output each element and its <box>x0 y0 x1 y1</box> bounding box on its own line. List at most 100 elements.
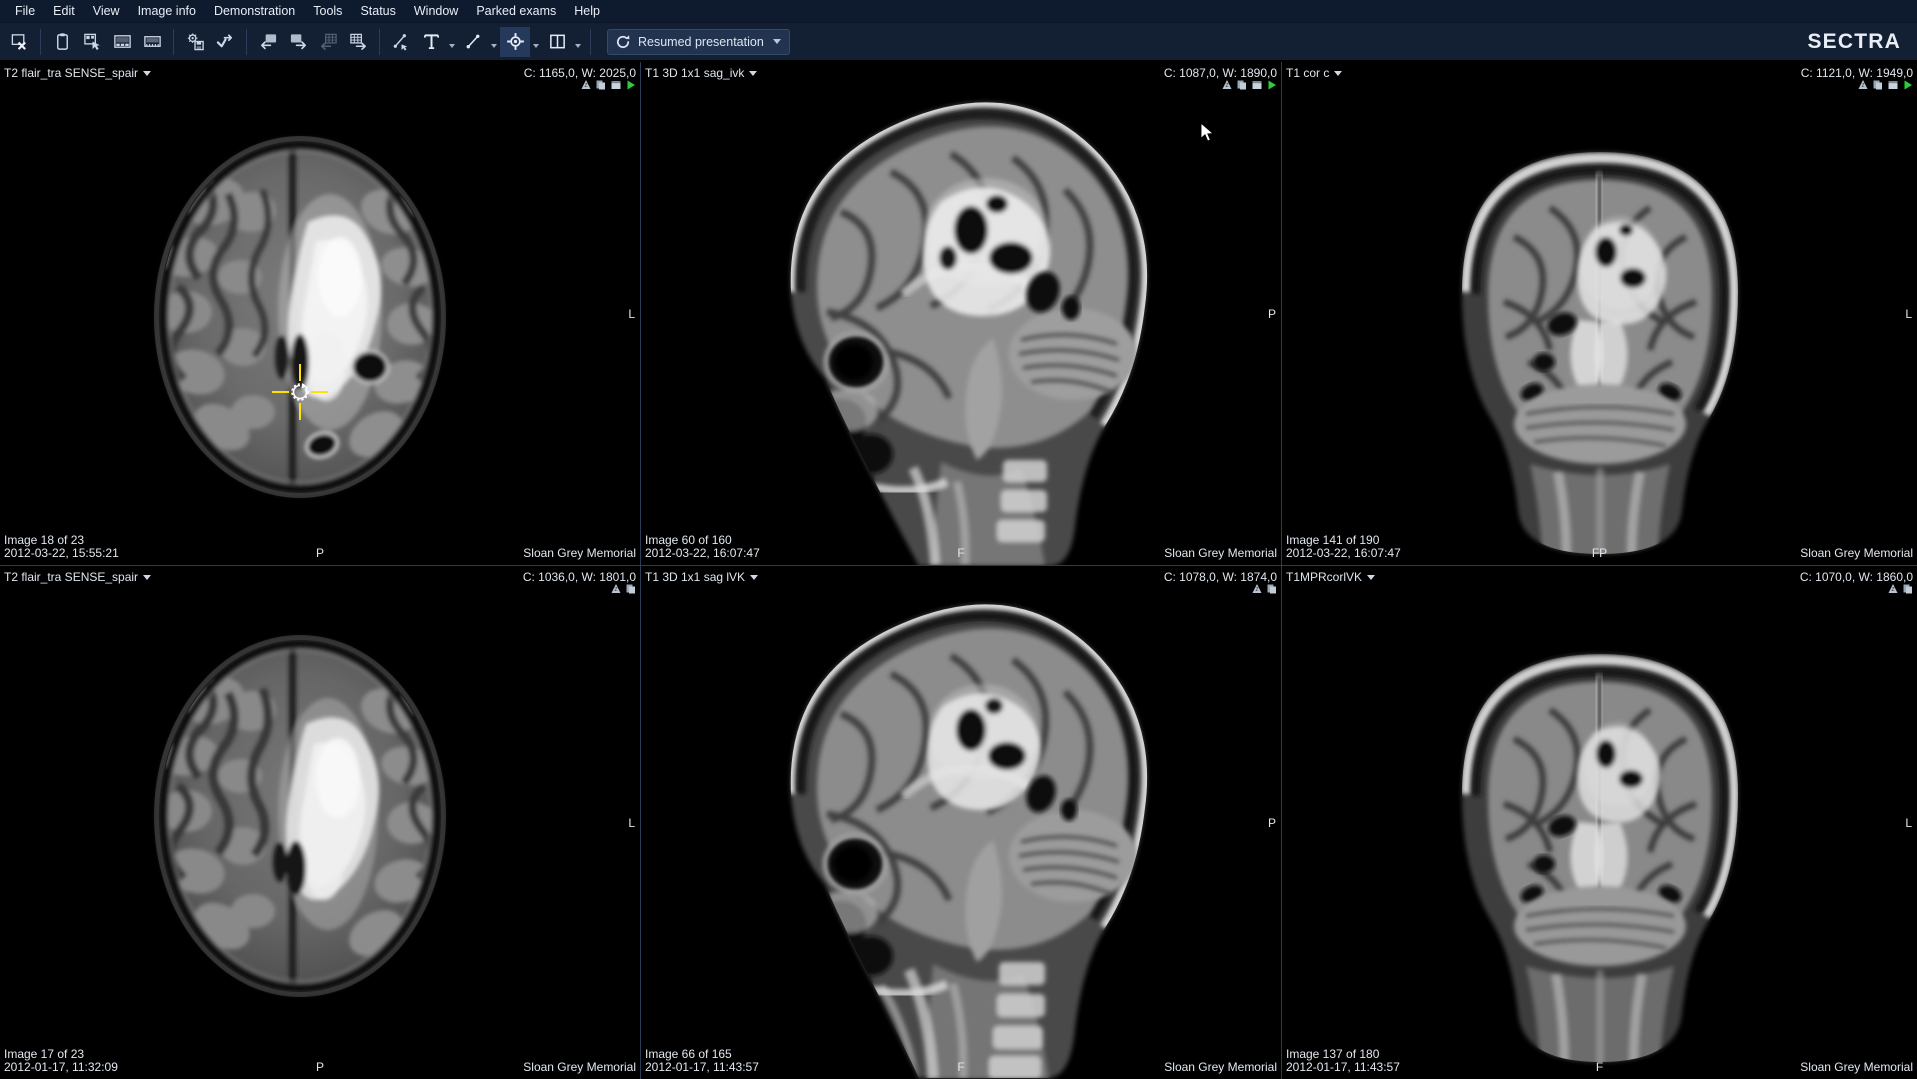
chevron-down-icon[interactable] <box>143 575 151 580</box>
menu-help[interactable]: Help <box>565 1 609 21</box>
viewport-axial-t2-top[interactable]: T2 flair_tra SENSE_spair C: 1165,0, W: 2… <box>0 62 640 565</box>
svg-text:Z: Z <box>1861 83 1864 89</box>
menu-view[interactable]: View <box>84 1 129 21</box>
play-icon[interactable] <box>1902 79 1914 91</box>
menu-image-info[interactable]: Image info <box>129 1 205 21</box>
menu-edit[interactable]: Edit <box>44 1 84 21</box>
mri-image-coronal-bottom[interactable] <box>1282 566 1917 1079</box>
copy-icon <box>1236 79 1248 91</box>
svg-text:Z: Z <box>614 587 617 593</box>
orientation-right: P <box>1268 816 1276 830</box>
menu-parked-exams[interactable]: Parked exams <box>467 1 565 21</box>
mri-image-sagittal-top[interactable] <box>641 62 1281 565</box>
measure-angle-icon[interactable] <box>386 27 416 57</box>
presentation-dropdown-caret[interactable] <box>773 39 781 44</box>
series-selector[interactable]: T1 3D 1x1 sag lVK <box>645 570 758 584</box>
svg-text:Z: Z <box>1891 587 1894 593</box>
svg-text:Z: Z <box>1225 83 1228 89</box>
viewport-status-badges: Z <box>1857 79 1914 91</box>
copy-icon <box>1902 583 1914 595</box>
next-series-icon[interactable] <box>343 27 373 57</box>
previous-series-icon[interactable] <box>313 27 343 57</box>
3d-icon: Z <box>580 79 592 91</box>
chevron-down-icon[interactable] <box>1367 575 1375 580</box>
3d-icon: Z <box>1251 583 1263 595</box>
menu-demonstration[interactable]: Demonstration <box>205 1 304 21</box>
viewport-grid: T2 flair_tra SENSE_spair C: 1165,0, W: 2… <box>0 62 1917 1079</box>
mri-image-coronal-top[interactable] <box>1282 62 1917 565</box>
viewport-sagittal-t1-bottom[interactable]: T1 3D 1x1 sag lVK C: 1078,0, W: 1874,0 Z… <box>641 566 1281 1079</box>
menu-window[interactable]: Window <box>405 1 467 21</box>
page-icon <box>1887 79 1899 91</box>
viewport-status-badges: Z <box>1221 79 1278 91</box>
viewport-axial-t2-bottom[interactable]: T2 flair_tra SENSE_spair C: 1036,0, W: 1… <box>0 566 640 1079</box>
split-layout-dropdown-caret[interactable] <box>572 27 584 57</box>
measure-distance-icon[interactable] <box>458 27 488 57</box>
toolbar-separator <box>246 29 247 55</box>
viewport-coronal-t1-top[interactable]: T1 cor c C: 1121,0, W: 1949,0 Z L Image … <box>1282 62 1917 565</box>
presentation-state-label: Resumed presentation <box>638 35 764 49</box>
crosshair-localizer-icon[interactable] <box>500 27 530 57</box>
select-layout-icon[interactable] <box>77 27 107 57</box>
orientation-right: P <box>1268 307 1276 321</box>
viewport-status-badges: Z <box>1251 583 1278 595</box>
orientation-right: L <box>1905 816 1912 830</box>
text-annotation-dropdown-caret[interactable] <box>446 27 458 57</box>
3d-icon: Z <box>1221 79 1233 91</box>
menu-bar: File Edit View Image info Demonstration … <box>0 0 1917 23</box>
svg-text:Z: Z <box>584 83 587 89</box>
mri-image-sagittal-bottom[interactable] <box>641 566 1281 1079</box>
series-selector[interactable]: T1 cor c <box>1286 66 1342 80</box>
series-name: T1 3D 1x1 sag_ivk <box>645 66 744 80</box>
save-settings-icon[interactable] <box>180 27 210 57</box>
toolbar-separator <box>379 29 380 55</box>
series-name: T1 3D 1x1 sag lVK <box>645 570 745 584</box>
copy-icon <box>1872 79 1884 91</box>
text-annotation-icon[interactable] <box>416 27 446 57</box>
mri-image-axial-bottom[interactable] <box>0 566 640 1079</box>
close-exam-icon[interactable] <box>4 27 34 57</box>
sectra-logo: SECTRA <box>1807 30 1901 54</box>
viewport-sagittal-t1-top[interactable]: T1 3D 1x1 sag_ivk C: 1087,0, W: 1890,0 Z… <box>641 62 1281 565</box>
clipboard-icon[interactable] <box>47 27 77 57</box>
viewport-status-badges: Z <box>580 79 637 91</box>
series-selector[interactable]: T2 flair_tra SENSE_spair <box>4 570 151 584</box>
mri-image-axial-top[interactable] <box>0 62 640 565</box>
menu-tools[interactable]: Tools <box>304 1 351 21</box>
play-icon[interactable] <box>1266 79 1278 91</box>
series-name: T2 flair_tra SENSE_spair <box>4 66 138 80</box>
series-selector[interactable]: T1 3D 1x1 sag_ivk <box>645 66 757 80</box>
series-name: T1 cor c <box>1286 66 1329 80</box>
approve-icon[interactable] <box>210 27 240 57</box>
chevron-down-icon[interactable] <box>750 575 758 580</box>
split-layout-icon[interactable] <box>542 27 572 57</box>
resume-arrow-icon <box>615 34 631 50</box>
copy-icon <box>595 79 607 91</box>
chevron-down-icon[interactable] <box>749 71 757 76</box>
toolbar-separator <box>40 29 41 55</box>
measure-distance-dropdown-caret[interactable] <box>488 27 500 57</box>
copy-icon <box>625 583 637 595</box>
chevron-down-icon[interactable] <box>1334 71 1342 76</box>
series-selector[interactable]: T2 flair_tra SENSE_spair <box>4 66 151 80</box>
tray-icon[interactable] <box>137 27 167 57</box>
3d-icon: Z <box>1857 79 1869 91</box>
orientation-right: L <box>628 307 635 321</box>
orientation-right: L <box>1905 307 1912 321</box>
menu-file[interactable]: File <box>6 1 44 21</box>
menu-status[interactable]: Status <box>351 1 404 21</box>
filmstrip-icon[interactable] <box>107 27 137 57</box>
series-selector[interactable]: T1MPRcorlVK <box>1286 570 1375 584</box>
viewport-status-badges: Z <box>610 583 637 595</box>
crosshair-dropdown-caret[interactable] <box>530 27 542 57</box>
play-icon[interactable] <box>625 79 637 91</box>
viewport-coronal-t1-bottom[interactable]: T1MPRcorlVK C: 1070,0, W: 1860,0 Z L Ima… <box>1282 566 1917 1079</box>
series-name: T1MPRcorlVK <box>1286 570 1362 584</box>
previous-exam-icon[interactable] <box>253 27 283 57</box>
main-toolbar: Resumed presentation SECTRA <box>0 23 1917 61</box>
next-exam-icon[interactable] <box>283 27 313 57</box>
svg-text:Z: Z <box>1255 587 1258 593</box>
chevron-down-icon[interactable] <box>143 71 151 76</box>
3d-icon: Z <box>1887 583 1899 595</box>
presentation-state-button[interactable]: Resumed presentation <box>607 29 790 55</box>
